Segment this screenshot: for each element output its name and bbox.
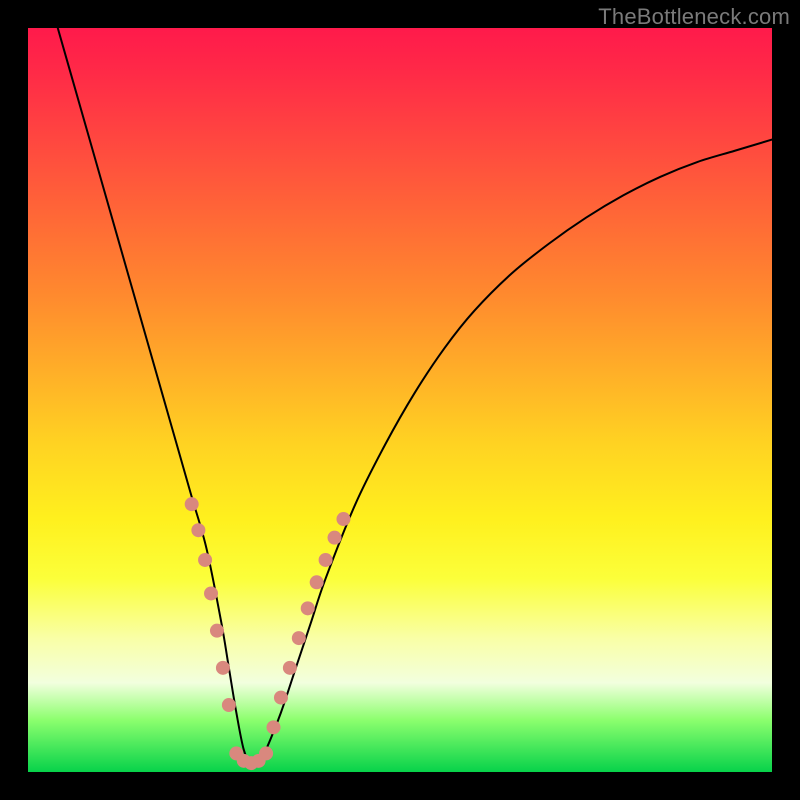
watermark-text: TheBottleneck.com bbox=[598, 4, 790, 30]
marker-dot bbox=[191, 523, 205, 537]
marker-dot bbox=[274, 691, 288, 705]
chart-overlay bbox=[28, 28, 772, 772]
marker-dot bbox=[283, 661, 297, 675]
plot-area bbox=[28, 28, 772, 772]
marker-dot bbox=[204, 586, 218, 600]
marker-dot bbox=[301, 601, 315, 615]
marker-dot bbox=[328, 531, 342, 545]
marker-dot bbox=[319, 553, 333, 567]
marker-dot bbox=[336, 512, 350, 526]
marker-dot bbox=[292, 631, 306, 645]
marker-dot bbox=[210, 624, 224, 638]
marker-dot bbox=[198, 553, 212, 567]
marker-dot bbox=[259, 746, 273, 760]
marker-dot bbox=[310, 575, 324, 589]
marker-dot bbox=[267, 720, 281, 734]
marker-dot bbox=[185, 497, 199, 511]
marker-dot bbox=[216, 661, 230, 675]
markers-layer bbox=[185, 497, 351, 770]
chart-stage: TheBottleneck.com bbox=[0, 0, 800, 800]
marker-dot bbox=[222, 698, 236, 712]
curve-layer bbox=[58, 28, 772, 766]
bottleneck-curve-path bbox=[58, 28, 772, 766]
